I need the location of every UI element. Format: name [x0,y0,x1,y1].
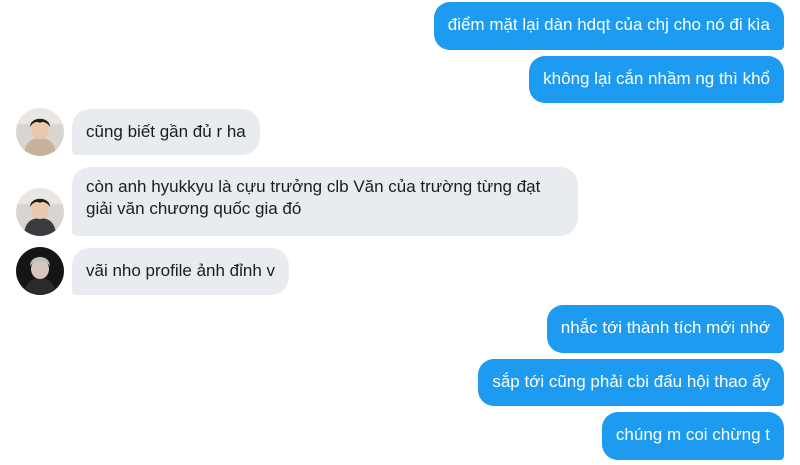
person-photo-avatar-dark-icon [16,247,64,295]
message-bubble-outgoing[interactable]: sắp tới cũng phải cbi đấu hội thao ấy [478,359,784,406]
message-bubble-outgoing[interactable]: chúng m coi chừng t [601,412,784,460]
person-photo-avatar-icon [16,108,64,156]
avatar[interactable] [16,247,64,295]
chat-thread: điểm mặt lại dàn hdqt của chj cho nó đi … [0,0,800,465]
message-bubble-incoming[interactable]: cũng biết gần đủ r ha [72,109,260,155]
message-bubble-outgoing[interactable]: không lại cắn nhầm ng thì khổ [529,56,784,103]
message-bubble-incoming[interactable]: vãi nho profile ảnh đỉnh v [72,248,290,295]
message-bubble-outgoing[interactable]: nhắc tới thành tích mới nhớ [546,305,784,353]
avatar[interactable] [16,108,64,156]
message-bubble-incoming[interactable]: còn anh hyukkyu là cựu trưởng clb Văn củ… [72,167,578,236]
person-photo-avatar-icon [16,188,64,236]
message-bubble-outgoing[interactable]: điểm mặt lại dàn hdqt của chj cho nó đi … [433,2,784,50]
avatar[interactable] [16,188,64,236]
